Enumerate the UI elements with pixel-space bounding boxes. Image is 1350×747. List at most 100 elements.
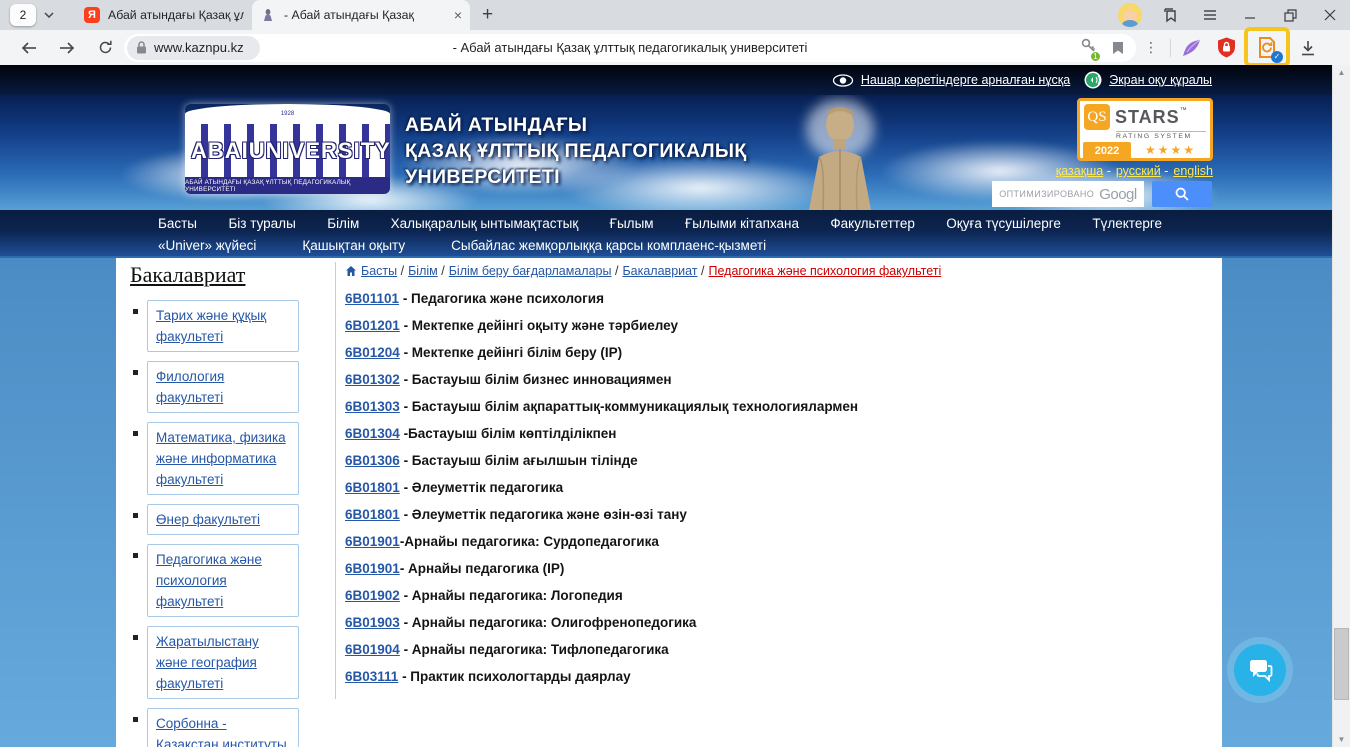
page-scrollbar[interactable]: ▲ ▼ [1332,65,1350,747]
forward-button[interactable] [48,30,86,65]
back-button[interactable] [10,30,48,65]
language-link[interactable]: қазақша [1056,164,1103,178]
list-item: Филология факультеті [130,361,335,413]
breadcrumb-link[interactable]: Білім беру бағдарламалары [449,264,612,278]
nav-item[interactable]: Ғылым [610,216,654,231]
main-content: Басты /Білім /Білім беру бағдарламалары … [345,264,1214,695]
program-code-link[interactable]: 6В01101 [345,291,399,306]
program-code-link[interactable]: 6В01904 [345,642,400,657]
sidebar: Бакалавриат Тарих және құқық факультеті … [130,262,335,747]
program-code-link[interactable]: 6В01304 [345,426,400,441]
scrollbar-thumb[interactable] [1334,628,1349,700]
adblock-shield-icon[interactable] [1209,30,1243,65]
language-link[interactable]: english [1173,164,1213,178]
bookmark-icon[interactable] [1112,41,1124,55]
close-tab-icon[interactable]: × [454,8,462,22]
program-code-link[interactable]: 6В01306 [345,453,400,468]
content-divider [335,262,336,699]
highlighted-extension-icon[interactable]: ✓ [1255,36,1279,60]
password-badge: 1 [1090,51,1101,62]
program-code-link[interactable]: 6В01303 [345,399,400,414]
nav-item[interactable]: «Univer» жүйесі [158,238,256,253]
program-code-link[interactable]: 6В01902 [345,588,400,603]
low-vision-version-link[interactable]: Нашар көретіндерге арналған нұсқа [832,73,1070,87]
tab-counter[interactable]: 2 [10,4,36,26]
faculty-link[interactable]: Филология факультеті [156,369,224,405]
nav-item[interactable]: Білім [327,216,359,231]
program-code-link[interactable]: 6В01801 [345,480,400,495]
program-code-link[interactable]: 6В01901 [345,561,400,576]
qs-subtitle: RATING SYSTEM [1116,131,1206,140]
search-input[interactable]: оптимизировано Googl [992,181,1144,207]
university-name-line: АБАЙ АТЫНДАҒЫ [405,112,747,138]
breadcrumb-link[interactable]: Бакалавриат [622,264,697,278]
faculty-link[interactable]: Педагогика және психология факультеті [156,552,262,609]
search-button[interactable] [1152,181,1212,207]
new-tab-button[interactable]: + [482,4,493,26]
reload-button[interactable] [86,30,124,65]
page-body: Бакалавриат Тарих және құқық факультеті … [0,258,1332,747]
site-header: 1928 ABAI UNIVERSITY АБАЙ АТЫНДАҒЫ ҚАЗАҚ… [0,95,1332,210]
faculty-link[interactable]: Сорбонна - Қазақстан институты [156,716,287,747]
nav-item[interactable]: Халықаралық ынтымақтастық [391,216,579,231]
chat-widget-button[interactable] [1234,644,1286,696]
breadcrumb-link[interactable]: Басты [361,264,397,278]
tab-title: Абай атындағы Қазақ ұлт [108,8,244,22]
chevron-down-icon[interactable] [36,12,62,18]
faculty-link[interactable]: Математика, физика және информатика факу… [156,430,286,487]
program-code-link[interactable]: 6В03111 [345,669,398,684]
program-name: - Арнайы педагогика: Олигофренопедогика [400,615,697,630]
home-icon [345,265,357,277]
program-code-link[interactable]: 6В01903 [345,615,400,630]
close-window-button[interactable] [1310,0,1350,30]
screen-reader-link[interactable]: Экран оқу құралы [1084,71,1212,89]
menu-icon[interactable] [1190,0,1230,30]
program-name: - Бастауыш білім ақпараттық-коммуникация… [400,399,858,414]
nav-item[interactable]: Қашықтан оқыту [302,238,405,253]
tab-groups-icon[interactable] [1150,0,1190,30]
address-bar[interactable]: www.kaznpu.kz - Абай атындағы Қазақ ұлтт… [124,34,1136,62]
nav-item[interactable]: Сыбайлас жемқорлыққа қарсы комплаенс-қыз… [451,238,766,253]
tab-active[interactable]: - Абай атындағы Қазақ × [252,0,470,30]
faculty-link[interactable]: Тарих және құқық факультеті [156,308,266,344]
logo-year: 1928 [185,111,390,117]
breadcrumb: Басты /Білім /Білім беру бағдарламалары … [345,264,1214,278]
scroll-down-arrow[interactable]: ▼ [1333,735,1350,744]
more-options-icon[interactable]: ⋮ [1136,30,1166,65]
faculty-link[interactable]: Жаратылыстану және география факультеті [156,634,259,691]
minimize-button[interactable] [1230,0,1270,30]
program-row: 6В01903 - Арнайы педагогика: Олигофреноп… [345,614,1214,631]
restore-button[interactable] [1270,0,1310,30]
qs-stars-row: ★★★★ [1131,142,1210,159]
program-code-link[interactable]: 6В01302 [345,372,400,387]
downloads-icon[interactable] [1291,30,1325,65]
breadcrumb-link[interactable]: Білім [408,264,438,278]
nav-item[interactable]: Оқуға түсушілерге [946,216,1061,231]
faculty-link[interactable]: Өнер факультеті [156,512,260,527]
program-code-link[interactable]: 6В01201 [345,318,400,333]
program-list: 6В01101 - Педагогика және психология 6В0… [345,290,1214,685]
nav-item[interactable]: Ғылыми кітапхана [685,216,799,231]
nav-item[interactable]: Біз туралы [228,216,295,231]
url-chip[interactable]: www.kaznpu.kz [127,36,260,60]
profile-avatar[interactable] [1110,0,1150,30]
nav-item[interactable]: Факультеттер [830,216,914,231]
language-switcher: қазақша -русский -english - [1056,164,1213,178]
browser-window: 2 Я Абай атындағы Қазақ ұлт - Абай атынд… [0,0,1350,747]
nav-item[interactable]: Түлектерге [1092,216,1162,231]
program-name: - Педагогика және психология [399,291,604,306]
language-link[interactable]: русский [1116,164,1161,178]
program-code-link[interactable]: 6В01901 [345,534,400,549]
program-row: 6В01901- Арнайы педагогика (IP) [345,560,1214,577]
tab-inactive[interactable]: Я Абай атындағы Қазақ ұлт [76,0,252,30]
program-code-link[interactable]: 6В01801 [345,507,400,522]
program-code-link[interactable]: 6В01204 [345,345,400,360]
university-logo[interactable]: 1928 ABAI UNIVERSITY АБАЙ АТЫНДАҒЫ ҚАЗАҚ… [185,104,390,194]
nav-item[interactable]: Басты [158,216,197,231]
scroll-up-arrow[interactable]: ▲ [1333,68,1350,77]
search-icon [1175,187,1189,201]
program-row: 6В01901-Арнайы педагогика: Сурдопедагоги… [345,533,1214,550]
quill-extension-icon[interactable] [1175,30,1209,65]
password-manager-icon[interactable]: 1 [1081,38,1096,58]
list-item: Жаратылыстану және география факультеті [130,626,335,699]
